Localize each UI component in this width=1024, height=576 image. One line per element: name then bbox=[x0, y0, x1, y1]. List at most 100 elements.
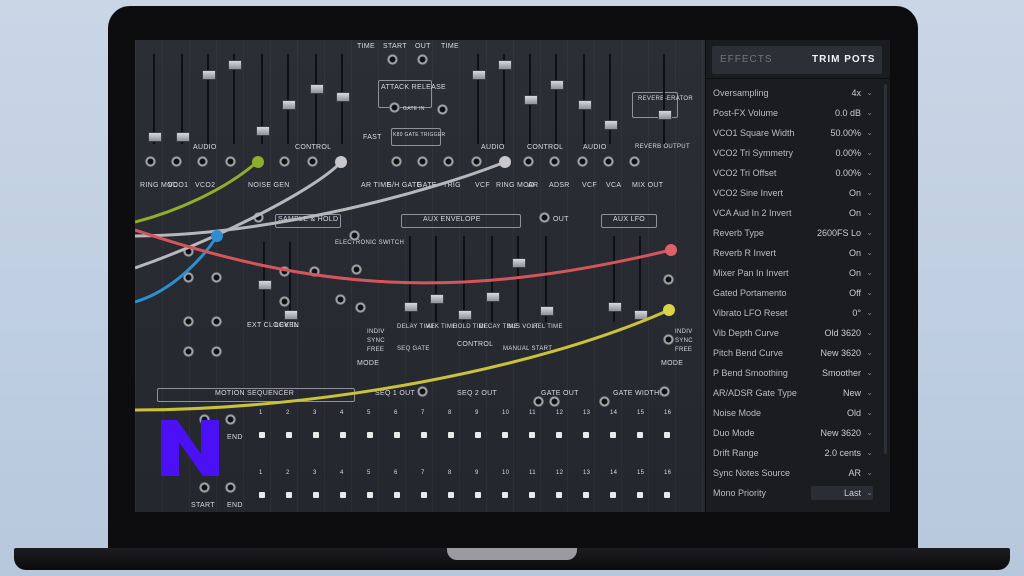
tab-effects[interactable]: EFFECTS bbox=[720, 46, 773, 74]
param-label: Sync Notes Source bbox=[713, 468, 791, 478]
dropdown-arrow-icon[interactable]: ⌄ bbox=[866, 163, 873, 183]
param-row[interactable]: VCO2 Sine Invert On ⌄ bbox=[713, 183, 873, 203]
dropdown-arrow-icon[interactable]: ⌄ bbox=[866, 403, 873, 423]
dropdown-arrow-icon[interactable]: ⌄ bbox=[866, 383, 873, 403]
cable-blue bbox=[135, 235, 219, 304]
dropdown-arrow-icon[interactable]: ⌄ bbox=[866, 343, 873, 363]
param-label: Duo Mode bbox=[713, 428, 755, 438]
logo-n-icon bbox=[161, 420, 219, 476]
param-row[interactable]: Reverb Type 2600FS Lo ⌄ bbox=[713, 223, 873, 243]
dropdown-arrow-icon[interactable]: ⌄ bbox=[866, 123, 873, 143]
param-label: Vibrato LFO Reset bbox=[713, 308, 788, 318]
panel-divider bbox=[706, 78, 890, 79]
patch-cables bbox=[135, 156, 677, 412]
plug-blue bbox=[211, 230, 223, 242]
laptop-notch bbox=[447, 548, 577, 560]
dropdown-arrow-icon[interactable]: ⌄ bbox=[866, 283, 873, 303]
param-row[interactable]: Noise Mode Old ⌄ bbox=[713, 403, 873, 423]
param-label: Pitch Bend Curve bbox=[713, 348, 784, 358]
param-label: AR/ADSR Gate Type bbox=[713, 388, 797, 398]
param-row[interactable]: Drift Range 2.0 cents ⌄ bbox=[713, 443, 873, 463]
dropdown-arrow-icon[interactable]: ⌄ bbox=[866, 143, 873, 163]
param-value[interactable]: Off bbox=[849, 283, 861, 303]
param-row[interactable]: Mono Priority Last ⌄ bbox=[713, 483, 873, 503]
param-row[interactable]: Duo Mode New 3620 ⌄ bbox=[713, 423, 873, 443]
panel-scrollbar[interactable] bbox=[884, 84, 887, 454]
dropdown-arrow-icon[interactable]: ⌄ bbox=[866, 463, 873, 483]
param-label: VCO1 Square Width bbox=[713, 128, 795, 138]
param-value[interactable]: New 3620 bbox=[820, 423, 861, 443]
dropdown-arrow-icon[interactable]: ⌄ bbox=[866, 363, 873, 383]
param-value[interactable]: 0.00% bbox=[835, 163, 861, 183]
trim-pots-panel: EFFECTS TRIM POTS Oversampling 4x ⌄ Post-FX… bbox=[705, 40, 890, 512]
dropdown-arrow-icon[interactable]: ⌄ bbox=[866, 423, 873, 443]
param-row[interactable]: P Bend Smoothing Smoother ⌄ bbox=[713, 363, 873, 383]
dropdown-arrow-icon[interactable]: ⌄ bbox=[866, 323, 873, 343]
param-row[interactable]: Reverb R Invert On ⌄ bbox=[713, 243, 873, 263]
param-value[interactable]: 0.0 dB bbox=[835, 103, 861, 123]
dropdown-arrow-icon[interactable]: ⌄ bbox=[866, 223, 873, 243]
param-value[interactable]: Old bbox=[847, 403, 861, 423]
param-label: VCO2 Sine Invert bbox=[713, 188, 784, 198]
param-label: VCO2 Tri Symmetry bbox=[713, 148, 794, 158]
dropdown-arrow-icon[interactable]: ⌄ bbox=[866, 83, 873, 103]
param-label: Reverb Type bbox=[713, 228, 764, 238]
dropdown-arrow-icon[interactable]: ⌄ bbox=[866, 303, 873, 323]
param-value[interactable]: 50.00% bbox=[830, 123, 861, 143]
param-row[interactable]: VCO2 Tri Offset 0.00% ⌄ bbox=[713, 163, 873, 183]
param-label: P Bend Smoothing bbox=[713, 368, 788, 378]
dropdown-arrow-icon[interactable]: ⌄ bbox=[866, 103, 873, 123]
param-value[interactable]: On bbox=[849, 183, 861, 203]
param-value[interactable]: 2.0 cents bbox=[824, 443, 861, 463]
param-value[interactable]: New 3620 bbox=[820, 343, 861, 363]
param-value[interactable]: On bbox=[849, 263, 861, 283]
dropdown-arrow-icon[interactable]: ⌄ bbox=[866, 263, 873, 283]
dropdown-arrow-icon[interactable]: ⌄ bbox=[866, 203, 873, 223]
param-row[interactable]: Vibrato LFO Reset 0° ⌄ bbox=[713, 303, 873, 323]
param-value[interactable]: Last bbox=[844, 483, 861, 503]
param-value[interactable]: New bbox=[843, 383, 861, 403]
param-value[interactable]: 0.00% bbox=[835, 143, 861, 163]
param-row[interactable]: AR/ADSR Gate Type New ⌄ bbox=[713, 383, 873, 403]
param-value[interactable]: AR bbox=[848, 463, 861, 483]
plug-red bbox=[665, 244, 677, 256]
tab-trim-pots[interactable]: TRIM POTS bbox=[812, 46, 875, 74]
param-row[interactable]: Sync Notes Source AR ⌄ bbox=[713, 463, 873, 483]
cable-olive bbox=[135, 160, 258, 224]
param-row[interactable]: VCA Aud In 2 Invert On ⌄ bbox=[713, 203, 873, 223]
param-value[interactable]: Old 3620 bbox=[824, 323, 861, 343]
param-label: Gated Portamento bbox=[713, 288, 787, 298]
param-label: Mixer Pan In Invert bbox=[713, 268, 789, 278]
cable-grey-2 bbox=[135, 160, 506, 238]
modular-rack: TIME START OUT TIME ATTACK RELEASE GATE … bbox=[135, 40, 705, 512]
param-row[interactable]: Gated Portamento Off ⌄ bbox=[713, 283, 873, 303]
panel-tab-bar: EFFECTS TRIM POTS bbox=[712, 46, 882, 74]
app-screen: TIME START OUT TIME ATTACK RELEASE GATE … bbox=[135, 40, 890, 512]
param-label: Vib Depth Curve bbox=[713, 328, 779, 338]
param-value[interactable]: 2600FS Lo bbox=[817, 223, 861, 243]
param-label: Post-FX Volume bbox=[713, 108, 779, 118]
param-label: Oversampling bbox=[713, 88, 769, 98]
param-value[interactable]: Smoother bbox=[822, 363, 861, 383]
param-label: Drift Range bbox=[713, 448, 759, 458]
dropdown-arrow-icon[interactable]: ⌄ bbox=[866, 443, 873, 463]
dropdown-arrow-icon[interactable]: ⌄ bbox=[866, 243, 873, 263]
param-label: Mono Priority bbox=[713, 488, 767, 498]
param-row[interactable]: Vib Depth Curve Old 3620 ⌄ bbox=[713, 323, 873, 343]
param-value[interactable]: 0° bbox=[852, 303, 861, 323]
param-row[interactable]: VCO1 Square Width 50.00% ⌄ bbox=[713, 123, 873, 143]
param-label: Noise Mode bbox=[713, 408, 762, 418]
plug-grey bbox=[335, 156, 347, 168]
param-row[interactable]: VCO2 Tri Symmetry 0.00% ⌄ bbox=[713, 143, 873, 163]
dropdown-arrow-icon[interactable]: ⌄ bbox=[866, 483, 873, 503]
plug-yellow bbox=[663, 304, 675, 316]
param-row[interactable]: Pitch Bend Curve New 3620 ⌄ bbox=[713, 343, 873, 363]
param-value[interactable]: On bbox=[849, 243, 861, 263]
param-row[interactable]: Post-FX Volume 0.0 dB ⌄ bbox=[713, 103, 873, 123]
param-value[interactable]: On bbox=[849, 203, 861, 223]
param-value-field[interactable] bbox=[811, 486, 873, 500]
dropdown-arrow-icon[interactable]: ⌄ bbox=[866, 183, 873, 203]
param-value[interactable]: 4x bbox=[851, 83, 861, 103]
param-row[interactable]: Mixer Pan In Invert On ⌄ bbox=[713, 263, 873, 283]
param-row[interactable]: Oversampling 4x ⌄ bbox=[713, 83, 873, 103]
